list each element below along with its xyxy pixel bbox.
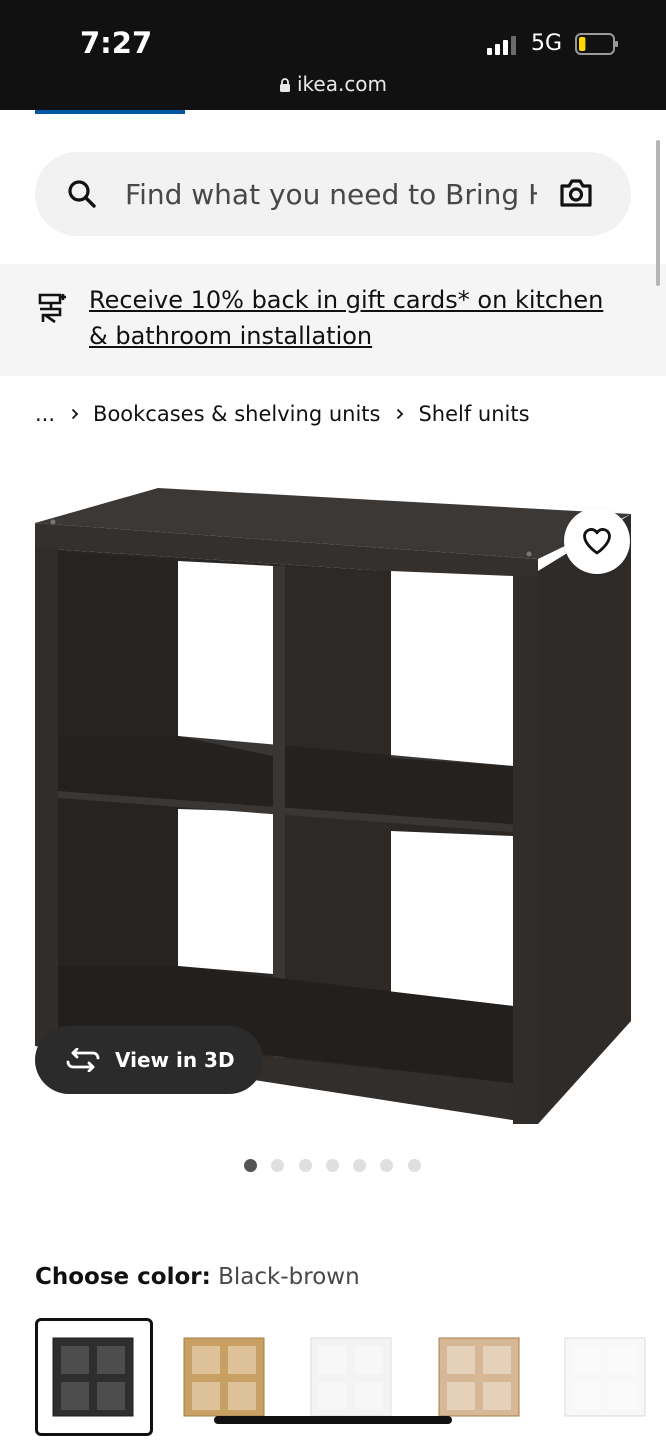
- rotate-3d-icon: [66, 1048, 100, 1072]
- color-label: Choose color:: [35, 1264, 211, 1290]
- promo-banner: Receive 10% back in gift cards* on kitch…: [0, 264, 666, 376]
- home-indicator: [214, 1416, 452, 1424]
- carousel-dot[interactable]: [407, 1159, 421, 1172]
- chevron-right-icon: [397, 408, 404, 420]
- view-in-3d-button[interactable]: View in 3D: [35, 1026, 263, 1094]
- promo-link[interactable]: Receive 10% back in gift cards* on kitch…: [89, 282, 629, 354]
- carousel-dot[interactable]: [244, 1159, 257, 1172]
- breadcrumb-item-shelf-units[interactable]: Shelf units: [418, 402, 529, 426]
- carousel-dot[interactable]: [325, 1159, 339, 1172]
- battery-icon: [575, 33, 618, 55]
- status-bar: 7:27 5G ikea.com: [0, 0, 666, 110]
- breadcrumb-ellipsis[interactable]: ...: [35, 402, 55, 426]
- nav-accent-bar: [35, 110, 185, 114]
- breadcrumb-item-bookcases[interactable]: Bookcases & shelving units: [93, 402, 380, 426]
- chevron-right-icon: [71, 408, 79, 420]
- address-bar[interactable]: ikea.com: [0, 72, 666, 96]
- search-input[interactable]: [125, 172, 537, 216]
- heart-icon: [583, 528, 611, 555]
- carousel-dot[interactable]: [380, 1159, 394, 1172]
- scrollbar[interactable]: [656, 140, 660, 286]
- favorite-button[interactable]: [564, 508, 630, 574]
- image-carousel-dots: [244, 1159, 435, 1172]
- color-selected-value: Black-brown: [218, 1264, 360, 1290]
- signal-icon: [487, 36, 516, 55]
- carousel-dot[interactable]: [298, 1159, 312, 1172]
- tools-icon: [38, 293, 66, 324]
- color-swatch-black-brown[interactable]: [35, 1318, 153, 1436]
- breadcrumb: ... Bookcases & shelving units Shelf uni…: [35, 402, 530, 426]
- network-label: 5G: [531, 31, 563, 56]
- color-swatch-high-gloss-white[interactable]: [547, 1318, 665, 1436]
- lock-icon: [279, 78, 290, 92]
- camera-icon[interactable]: [559, 178, 593, 208]
- carousel-dot[interactable]: [353, 1159, 367, 1172]
- color-chooser-label: Choose color: Black-brown: [35, 1264, 360, 1290]
- view-in-3d-label: View in 3D: [115, 1048, 235, 1072]
- search-icon: [68, 180, 96, 208]
- status-time: 7:27: [80, 26, 153, 60]
- carousel-dot[interactable]: [271, 1159, 285, 1172]
- address-url: ikea.com: [296, 72, 388, 96]
- search-bar[interactable]: [35, 152, 631, 236]
